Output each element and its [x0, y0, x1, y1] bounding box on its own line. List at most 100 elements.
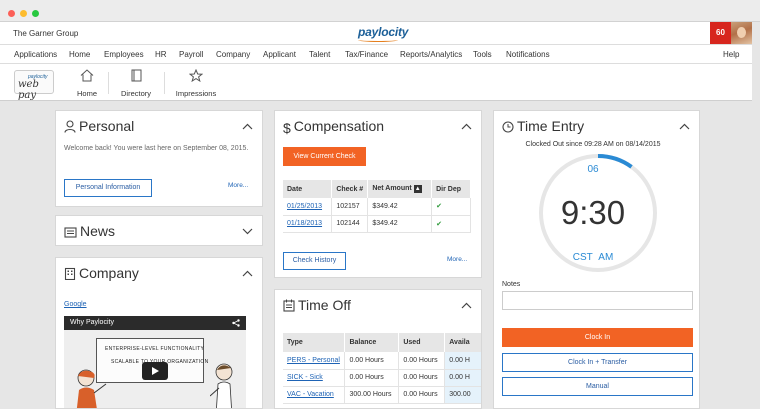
app-header: The Garner Group paylocity: [0, 22, 752, 45]
toolbar-impressions[interactable]: Impressions: [171, 68, 221, 98]
chevron-up-icon[interactable]: [242, 123, 253, 130]
check-history-button[interactable]: Check History: [283, 252, 346, 270]
video-title: Why Paylocity: [70, 319, 114, 326]
time-entry-title-text: Time Entry: [517, 118, 585, 134]
toolbar-impressions-label: Impressions: [175, 89, 217, 98]
time-off-used: 0.00 Hours: [398, 386, 446, 404]
manual-button[interactable]: Manual: [502, 377, 693, 396]
toolbar-separator: [164, 72, 165, 94]
book-icon: [131, 69, 142, 82]
col-balance[interactable]: Balance: [344, 333, 400, 352]
check-date-link[interactable]: 01/25/2013: [283, 198, 333, 216]
newspaper-icon: [64, 227, 77, 238]
menu-talent[interactable]: Talent: [309, 50, 330, 59]
time-off-type-link[interactable]: SICK - Sick: [283, 369, 346, 387]
menu-home[interactable]: Home: [69, 50, 90, 59]
notes-label: Notes: [502, 281, 521, 288]
minimize-window-button[interactable]: [20, 10, 27, 17]
menu-reports-analytics[interactable]: Reports/Analytics: [400, 50, 462, 59]
check-date-link[interactable]: 01/18/2013: [283, 215, 333, 233]
table-row: 01/18/2013 102144 $349.42 ✔: [283, 215, 471, 233]
sort-icon[interactable]: ▲: [413, 185, 422, 193]
menu-hr[interactable]: HR: [155, 50, 167, 59]
company-video[interactable]: Why Paylocity ENTERPRISE-LEVEL FUNCTIONA…: [64, 316, 246, 408]
webpay-logo-text: web pay: [18, 79, 39, 101]
menu-help[interactable]: Help: [723, 50, 739, 59]
col-type[interactable]: Type: [283, 333, 346, 352]
notes-input[interactable]: [502, 291, 693, 310]
col-dir-dep[interactable]: Dir Dep: [431, 180, 471, 198]
time-off-panel-title: Time Off: [283, 297, 351, 313]
user-avatar[interactable]: [731, 22, 752, 44]
company-link-google[interactable]: Google: [64, 301, 87, 308]
dir-dep-check: ✔: [431, 198, 471, 216]
video-play-button[interactable]: [142, 362, 168, 380]
maximize-window-button[interactable]: [32, 10, 39, 17]
col-check-number[interactable]: Check #: [331, 180, 369, 198]
menu-employees[interactable]: Employees: [104, 50, 144, 59]
whiteboard-line-1: ENTERPRISE-LEVEL FUNCTIONALITY: [105, 346, 205, 352]
news-panel: News: [55, 215, 263, 246]
menu-applicant[interactable]: Applicant: [263, 50, 296, 59]
table-row: SICK - Sick 0.00 Hours 0.00 Hours 0.00 H: [283, 369, 481, 387]
menu-notifications[interactable]: Notifications: [506, 50, 550, 59]
clock-status: Clocked Out since 09:28 AM on 08/14/2015: [525, 141, 661, 148]
compensation-panel: $ Compensation View Current Check Date Ch…: [274, 110, 482, 278]
notification-count-badge[interactable]: 60: [710, 22, 731, 44]
menu-payroll[interactable]: Payroll: [179, 50, 203, 59]
table-row: 01/25/2013 102157 $349.42 ✔: [283, 198, 471, 216]
company-title-text: Company: [79, 265, 139, 281]
clock-in-button[interactable]: Clock In: [502, 328, 693, 347]
share-icon[interactable]: [232, 319, 240, 327]
menu-applications[interactable]: Applications: [14, 50, 57, 59]
person-icon: [64, 120, 76, 133]
clock-zone-ampm: CST AM: [494, 252, 692, 263]
time-entry-panel: Time Entry Clocked Out since 09:28 AM on…: [493, 110, 700, 409]
check-number: 102144: [331, 215, 369, 233]
chevron-up-icon[interactable]: [461, 123, 472, 130]
logo-swoosh: [358, 38, 398, 42]
time-off-balance: 0.00 Hours: [344, 352, 400, 370]
chevron-up-icon[interactable]: [679, 123, 690, 130]
clock-in-transfer-button[interactable]: Clock In + Transfer: [502, 353, 693, 372]
col-net-amount[interactable]: Net Amount ▲: [367, 180, 433, 198]
personal-information-button[interactable]: Personal Information: [64, 179, 152, 197]
video-title-bar: Why Paylocity: [64, 316, 246, 330]
compensation-title-text: Compensation: [293, 118, 385, 134]
menu-tools[interactable]: Tools: [473, 50, 492, 59]
personal-panel: Personal Welcome back! You were last her…: [55, 110, 263, 207]
window-title-bar: [0, 0, 760, 22]
personal-title-text: Personal: [79, 118, 135, 134]
chevron-up-icon[interactable]: [461, 302, 472, 309]
chevron-up-icon[interactable]: [242, 270, 253, 277]
menu-tax-finance[interactable]: Tax/Finance: [345, 50, 388, 59]
col-available[interactable]: Availa: [444, 333, 481, 352]
time-off-balance: 300.00 Hours: [344, 386, 400, 404]
personal-more-link[interactable]: More...: [228, 182, 248, 189]
time-off-type-link[interactable]: VAC - Vacation: [283, 386, 346, 404]
toolbar-directory[interactable]: Directory: [111, 69, 161, 98]
news-title-text: News: [80, 223, 116, 239]
video-figure-left: [76, 369, 107, 408]
compensation-more-link[interactable]: More...: [447, 256, 467, 263]
time-off-balance: 0.00 Hours: [344, 369, 400, 387]
clock-timezone: CST: [572, 252, 593, 263]
compensation-panel-title: $ Compensation: [283, 118, 384, 136]
checks-table-header: Date Check # Net Amount ▲ Dir Dep: [283, 180, 471, 198]
check-number: 102157: [331, 198, 369, 216]
col-used[interactable]: Used: [398, 333, 446, 352]
webpay-logo[interactable]: paylocity web pay: [14, 70, 54, 101]
table-row: PERS - Personal 0.00 Hours 0.00 Hours 0.…: [283, 352, 481, 370]
view-current-check-button[interactable]: View Current Check: [283, 147, 366, 166]
menu-company[interactable]: Company: [216, 50, 250, 59]
col-net-amount-label: Net Amount: [372, 185, 412, 192]
time-off-type-link[interactable]: PERS - Personal: [283, 352, 346, 370]
col-date[interactable]: Date: [283, 180, 333, 198]
main-menu: Applications Home Employees HR Payroll C…: [0, 45, 752, 64]
close-window-button[interactable]: [8, 10, 15, 17]
building-icon: [64, 267, 76, 280]
company-name: The Garner Group: [13, 29, 79, 38]
chevron-down-icon[interactable]: [242, 228, 253, 235]
toolbar-home[interactable]: Home: [62, 69, 112, 98]
dollar-icon: $: [283, 120, 291, 136]
